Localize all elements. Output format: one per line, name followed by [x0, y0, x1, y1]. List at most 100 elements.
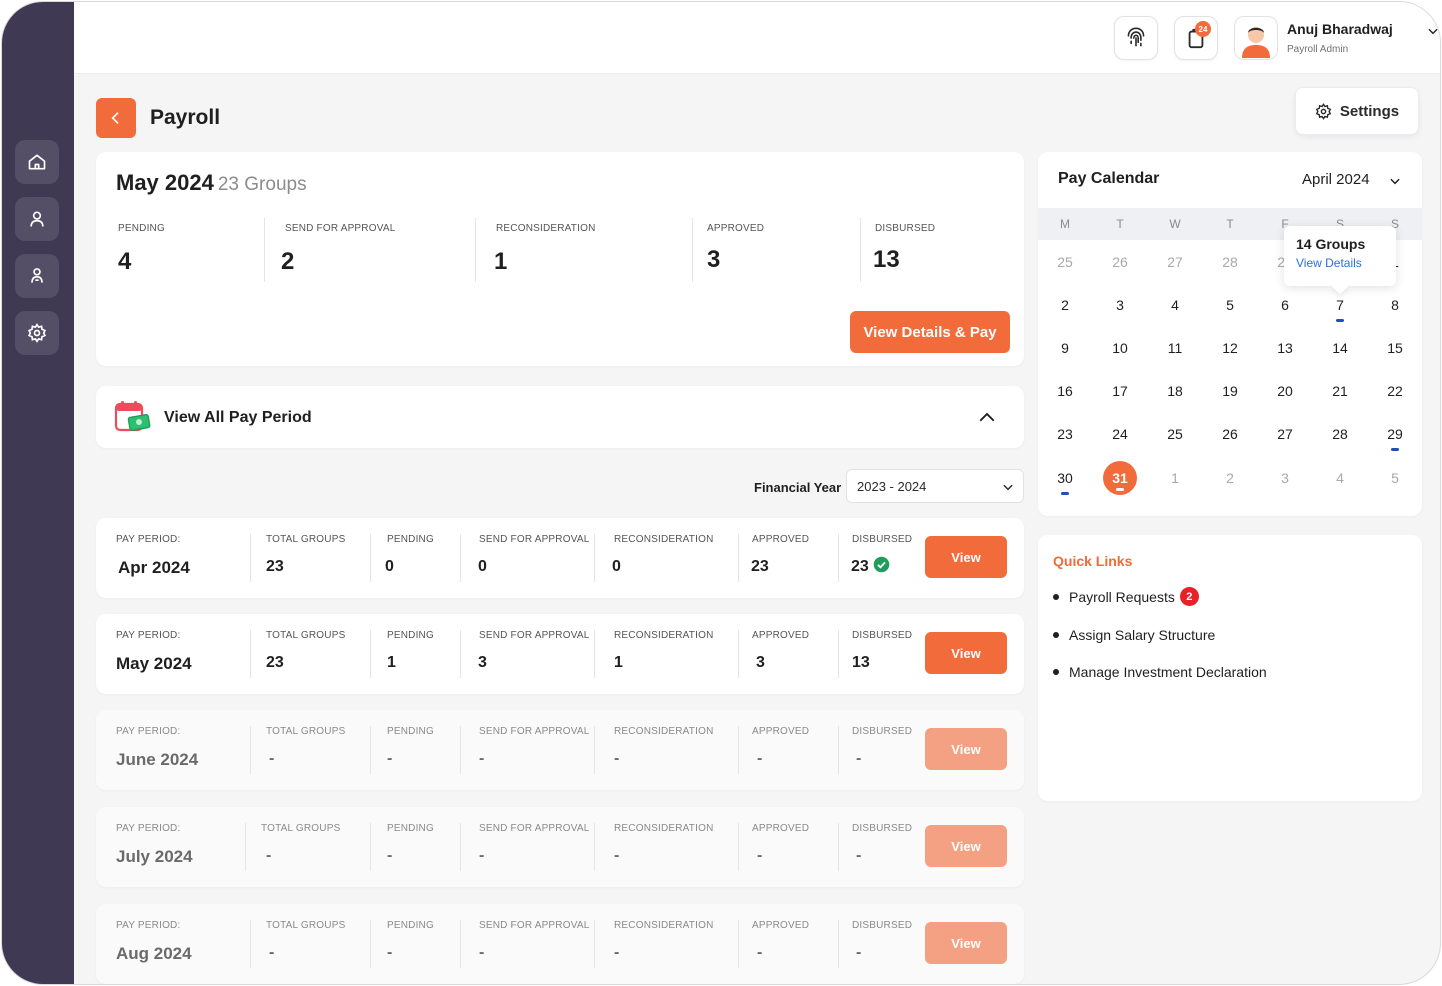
- bullet: [1053, 632, 1059, 638]
- calendar-day[interactable]: 8: [1378, 288, 1412, 322]
- financial-year-label: Financial Year: [754, 480, 842, 495]
- financial-year-select[interactable]: 2023 - 2024: [846, 469, 1024, 503]
- calendar-day[interactable]: 12: [1213, 331, 1247, 365]
- col-label: PAY PERIOD:: [116, 726, 181, 737]
- calendar-day[interactable]: 5: [1213, 288, 1247, 322]
- calendar-day[interactable]: 25: [1048, 245, 1082, 279]
- col-approved: APPROVED -: [738, 823, 838, 871]
- calendar-day[interactable]: 2: [1213, 461, 1247, 495]
- quick-link-manage-investment-declaration[interactable]: Manage Investment Declaration: [1053, 664, 1267, 680]
- view-button[interactable]: View: [925, 632, 1007, 674]
- pay-event-marker: [1061, 492, 1069, 495]
- calendar-day[interactable]: 21: [1323, 374, 1357, 408]
- tooltip-view-details-link[interactable]: View Details: [1296, 256, 1384, 270]
- calendar-day[interactable]: 14: [1323, 331, 1357, 365]
- calendar-day[interactable]: 26: [1103, 245, 1137, 279]
- calendar-day[interactable]: 9: [1048, 331, 1082, 365]
- calendar-day[interactable]: 29: [1378, 417, 1412, 451]
- stat-pending: PENDING 4: [118, 218, 258, 282]
- calendar-day[interactable]: 4: [1323, 461, 1357, 495]
- col-value: 0: [385, 558, 394, 575]
- chevron-up-icon[interactable]: [978, 410, 996, 424]
- app-window: 24 Anuj Bharadwaj Payroll Admin Payroll …: [1, 1, 1441, 985]
- sidebar: [2, 2, 74, 984]
- col-total-groups: TOTAL GROUPS -: [250, 726, 368, 774]
- period-name: Aug 2024: [116, 944, 192, 963]
- calendar-day[interactable]: 24: [1103, 417, 1137, 451]
- pay-period-accordion[interactable]: View All Pay Period: [96, 386, 1024, 448]
- col-disbursed: DISBURSED -: [838, 726, 928, 774]
- calendar-day[interactable]: 2: [1048, 288, 1082, 322]
- financial-year-value: 2023 - 2024: [857, 479, 927, 494]
- calendar-day[interactable]: 25: [1158, 417, 1192, 451]
- view-button[interactable]: View: [925, 825, 1007, 867]
- col-value: -: [614, 750, 620, 767]
- col-pending: PENDING 0: [370, 534, 460, 582]
- quick-link-label: Manage Investment Declaration: [1069, 664, 1267, 680]
- view-button[interactable]: View: [925, 728, 1007, 770]
- notifications-button[interactable]: 24: [1174, 16, 1218, 60]
- col-value: 23: [751, 558, 769, 575]
- calendar-day[interactable]: 3: [1103, 288, 1137, 322]
- calendar-day[interactable]: 11: [1158, 331, 1192, 365]
- col-pending: PENDING 1: [370, 630, 460, 678]
- calendar-day[interactable]: 1: [1158, 461, 1192, 495]
- calendar-day[interactable]: 23: [1048, 417, 1082, 451]
- calendar-day[interactable]: 3: [1268, 461, 1302, 495]
- calendar-day[interactable]: 28: [1213, 245, 1247, 279]
- calendar-day[interactable]: 26: [1213, 417, 1247, 451]
- sidebar-employees-button[interactable]: [15, 254, 59, 298]
- sidebar-home-button[interactable]: [15, 140, 59, 184]
- chevron-down-icon[interactable]: [1388, 174, 1402, 188]
- calendar-day[interactable]: 18: [1158, 374, 1192, 408]
- col-disbursed: DISBURSED 13: [838, 630, 928, 678]
- user-profile-menu[interactable]: Anuj Bharadwaj Payroll Admin: [1234, 16, 1440, 60]
- calendar-day[interactable]: 15: [1378, 331, 1412, 365]
- quick-link-label: Payroll Requests: [1069, 588, 1175, 605]
- calendar-day[interactable]: 5: [1378, 461, 1412, 495]
- calendar-day[interactable]: 27: [1158, 245, 1192, 279]
- calendar-day[interactable]: 6: [1268, 288, 1302, 322]
- calendar-day-today[interactable]: 31: [1103, 461, 1137, 495]
- calendar-day[interactable]: 17: [1103, 374, 1137, 408]
- settings-button[interactable]: Settings: [1295, 87, 1419, 135]
- col-send-for-approval: SEND FOR APPROVAL -: [460, 920, 594, 968]
- view-details-pay-button[interactable]: View Details & Pay: [850, 311, 1010, 353]
- sidebar-user-button[interactable]: [15, 197, 59, 241]
- col-total-groups: TOTAL GROUPS 23: [250, 534, 368, 582]
- col-label: DISBURSED: [852, 726, 913, 737]
- col-label: RECONSIDERATION: [614, 630, 714, 641]
- col-label: TOTAL GROUPS: [266, 534, 346, 545]
- calendar-day[interactable]: 13: [1268, 331, 1302, 365]
- biometric-button[interactable]: [1114, 16, 1158, 60]
- calendar-day[interactable]: 28: [1323, 417, 1357, 451]
- day-number: 30: [1057, 470, 1073, 486]
- day-number: 2: [1226, 470, 1234, 486]
- calendar-day[interactable]: 19: [1213, 374, 1247, 408]
- view-button[interactable]: View: [925, 922, 1007, 964]
- col-value: 3: [756, 654, 765, 671]
- day-number: 21: [1332, 383, 1348, 399]
- calendar-month-select[interactable]: April 2024: [1302, 171, 1370, 188]
- calendar-title: Pay Calendar: [1058, 170, 1160, 187]
- quick-links: Quick Links Payroll Requests 2 Assign Sa…: [1038, 535, 1422, 801]
- calendar-day[interactable]: 4: [1158, 288, 1192, 322]
- page-title: Payroll: [150, 106, 221, 129]
- calendar-day[interactable]: 16: [1048, 374, 1082, 408]
- quick-link-assign-salary-structure[interactable]: Assign Salary Structure: [1053, 627, 1215, 643]
- view-button[interactable]: View: [925, 536, 1007, 578]
- back-button[interactable]: [96, 98, 136, 138]
- quick-link-payroll-requests[interactable]: Payroll Requests 2: [1053, 587, 1199, 606]
- col-label: PENDING: [387, 823, 434, 834]
- day-number: 25: [1167, 426, 1183, 442]
- calendar-day[interactable]: 30: [1048, 461, 1082, 495]
- sidebar-settings-button[interactable]: [15, 311, 59, 355]
- pay-period-row: PAY PERIOD: Aug 2024 TOTAL GROUPS - PEND…: [96, 904, 1024, 984]
- calendar-day[interactable]: 20: [1268, 374, 1302, 408]
- col-value: -: [479, 847, 485, 864]
- calendar-day[interactable]: 10: [1103, 331, 1137, 365]
- col-label: TOTAL GROUPS: [266, 726, 346, 737]
- calendar-day[interactable]: 27: [1268, 417, 1302, 451]
- calendar-day[interactable]: 22: [1378, 374, 1412, 408]
- quick-link-label: Assign Salary Structure: [1069, 627, 1216, 643]
